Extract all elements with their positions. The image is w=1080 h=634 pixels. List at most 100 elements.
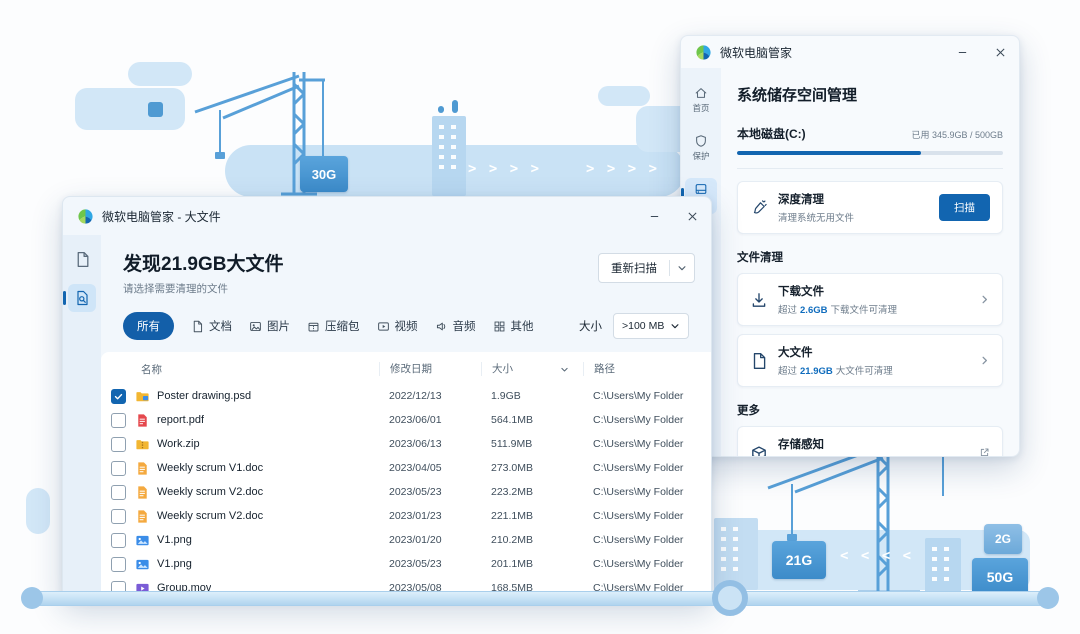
pipe-cap-left <box>21 587 43 609</box>
row-checkbox[interactable] <box>111 413 126 428</box>
row-checkbox[interactable] <box>111 461 126 476</box>
file-icon-doc <box>135 509 150 524</box>
sort-chevron-icon <box>560 365 569 374</box>
storage-sense-card[interactable]: 存储感知 自动释放空间、删除临时文件 <box>737 426 1003 457</box>
row-checkbox[interactable] <box>111 509 126 524</box>
home-icon <box>694 86 708 100</box>
card-title: 存储感知 <box>778 436 969 452</box>
size-filter-select[interactable]: >100 MB <box>613 313 689 339</box>
row-checkbox-checked[interactable] <box>111 389 126 404</box>
minimize-button[interactable] <box>635 197 673 235</box>
filter-tab-videos[interactable]: 视频 <box>377 318 418 334</box>
chevron-right-icon <box>979 294 990 305</box>
close-icon <box>995 47 1006 58</box>
row-checkbox[interactable] <box>111 485 126 500</box>
file-size: 221.1MB <box>481 510 583 522</box>
window-title: 微软电脑管家 <box>720 44 792 61</box>
building-illustration <box>432 116 466 196</box>
file-size: 273.0MB <box>481 462 583 474</box>
filter-tab-images[interactable]: 图片 <box>249 318 290 334</box>
row-checkbox[interactable] <box>111 437 126 452</box>
size-filter-value: >100 MB <box>622 320 664 332</box>
pc-manager-logo-icon <box>695 44 712 61</box>
deep-clean-card: 深度清理 清理系统无用文件 扫描 <box>737 181 1003 234</box>
minimize-button[interactable] <box>943 36 981 68</box>
file-path: C:\Users\My Folder <box>583 534 701 546</box>
antenna-square <box>438 106 444 113</box>
file-date: 2023/05/23 <box>379 486 481 498</box>
sidebar-item-file-scan[interactable] <box>68 284 96 312</box>
row-checkbox[interactable] <box>111 557 126 572</box>
crate-30g: 30G <box>300 156 348 192</box>
file-name: Poster drawing.psd <box>157 390 251 402</box>
file-row[interactable]: Poster drawing.psd 2022/12/13 1.9GB C:\U… <box>107 384 701 408</box>
column-path: 路径 <box>583 362 701 376</box>
nav-item-home[interactable]: 首页 <box>685 82 717 118</box>
file-row[interactable]: Weekly scrum V1.doc 2023/04/05 273.0MB C… <box>107 456 701 480</box>
file-size: 511.9MB <box>481 438 583 450</box>
column-date: 修改日期 <box>379 362 481 376</box>
document-icon <box>750 352 768 370</box>
file-path: C:\Users\My Folder <box>583 462 701 474</box>
close-button[interactable] <box>673 197 711 235</box>
file-path: C:\Users\My Folder <box>583 390 701 402</box>
filter-tab-all[interactable]: 所有 <box>123 312 174 340</box>
document-icon <box>191 320 204 333</box>
file-size: 210.2MB <box>481 534 583 546</box>
scan-button[interactable]: 扫描 <box>939 194 990 221</box>
file-icon-pdf <box>135 413 150 428</box>
card-desc: 自动释放空间、删除临时文件 <box>778 455 969 457</box>
file-row[interactable]: Weekly scrum V2.doc 2023/01/23 221.1MB C… <box>107 504 701 528</box>
nav-item-protection[interactable]: 保护 <box>685 130 717 166</box>
file-icon-doc <box>135 461 150 476</box>
file-icon-zip <box>135 437 150 452</box>
sidebar-item-document[interactable] <box>74 251 91 268</box>
file-date: 2023/04/05 <box>379 462 481 474</box>
desc-prefix: 超过 <box>778 305 797 316</box>
file-date: 2023/06/01 <box>379 414 481 426</box>
large-files-window: 微软电脑管家 - 大文件 发现21.9GB大文件 请选择需要清理的文件 重新扫描 <box>62 196 712 600</box>
card-desc: 超过2.6GB下载文件可清理 <box>778 302 969 316</box>
table-header: 名称 修改日期 大小 路径 <box>107 354 701 384</box>
chevron-right-icon <box>979 355 990 366</box>
file-size: 564.1MB <box>481 414 583 426</box>
nav-label: 首页 <box>692 102 709 114</box>
file-row[interactable]: V1.png 2023/01/20 210.2MB C:\Users\My Fo… <box>107 528 701 552</box>
divider <box>737 168 1003 169</box>
minimize-icon <box>649 211 660 222</box>
file-size: 223.2MB <box>481 486 583 498</box>
file-path: C:\Users\My Folder <box>583 510 701 522</box>
filter-label: 压缩包 <box>325 318 360 334</box>
large-files-card[interactable]: 大文件 超过21.9GB大文件可清理 <box>737 334 1003 387</box>
close-button[interactable] <box>981 36 1019 68</box>
rescan-split-button[interactable]: 重新扫描 <box>598 253 695 283</box>
column-size[interactable]: 大小 <box>481 362 583 376</box>
rescan-dropdown[interactable] <box>670 263 694 273</box>
file-row[interactable]: Weekly scrum V2.doc 2023/05/23 223.2MB C… <box>107 480 701 504</box>
file-row[interactable]: Work.zip 2023/06/13 511.9MB C:\Users\My … <box>107 432 701 456</box>
download-files-card[interactable]: 下载文件 超过2.6GB下载文件可清理 <box>737 273 1003 326</box>
size-filter-label: 大小 <box>579 318 602 334</box>
desc-suffix: 大文件可清理 <box>836 366 893 377</box>
file-name: Weekly scrum V2.doc <box>157 486 263 498</box>
archive-icon <box>307 320 320 333</box>
column-name: 名称 <box>107 362 379 377</box>
box-icon <box>750 444 768 458</box>
file-name: report.pdf <box>157 414 204 426</box>
check-icon <box>114 392 123 401</box>
filter-tab-archives[interactable]: 压缩包 <box>307 318 360 334</box>
filter-tab-others[interactable]: 其他 <box>493 318 534 334</box>
file-row[interactable]: report.pdf 2023/06/01 564.1MB C:\Users\M… <box>107 408 701 432</box>
row-checkbox[interactable] <box>111 533 126 548</box>
crate-2g: 2G <box>984 524 1022 554</box>
section-file-clean: 文件清理 <box>737 249 1003 265</box>
card-title: 下载文件 <box>778 283 969 299</box>
page-subtitle: 请选择需要清理的文件 <box>123 281 689 296</box>
pipe-illustration <box>30 591 1050 606</box>
download-icon <box>750 291 768 309</box>
file-row[interactable]: V1.png 2023/05/23 201.1MB C:\Users\My Fo… <box>107 552 701 576</box>
chevron-down-icon <box>677 263 687 273</box>
filter-tab-audio[interactable]: 音频 <box>435 318 476 334</box>
column-size-label: 大小 <box>492 362 513 376</box>
filter-tab-docs[interactable]: 文档 <box>191 318 232 334</box>
